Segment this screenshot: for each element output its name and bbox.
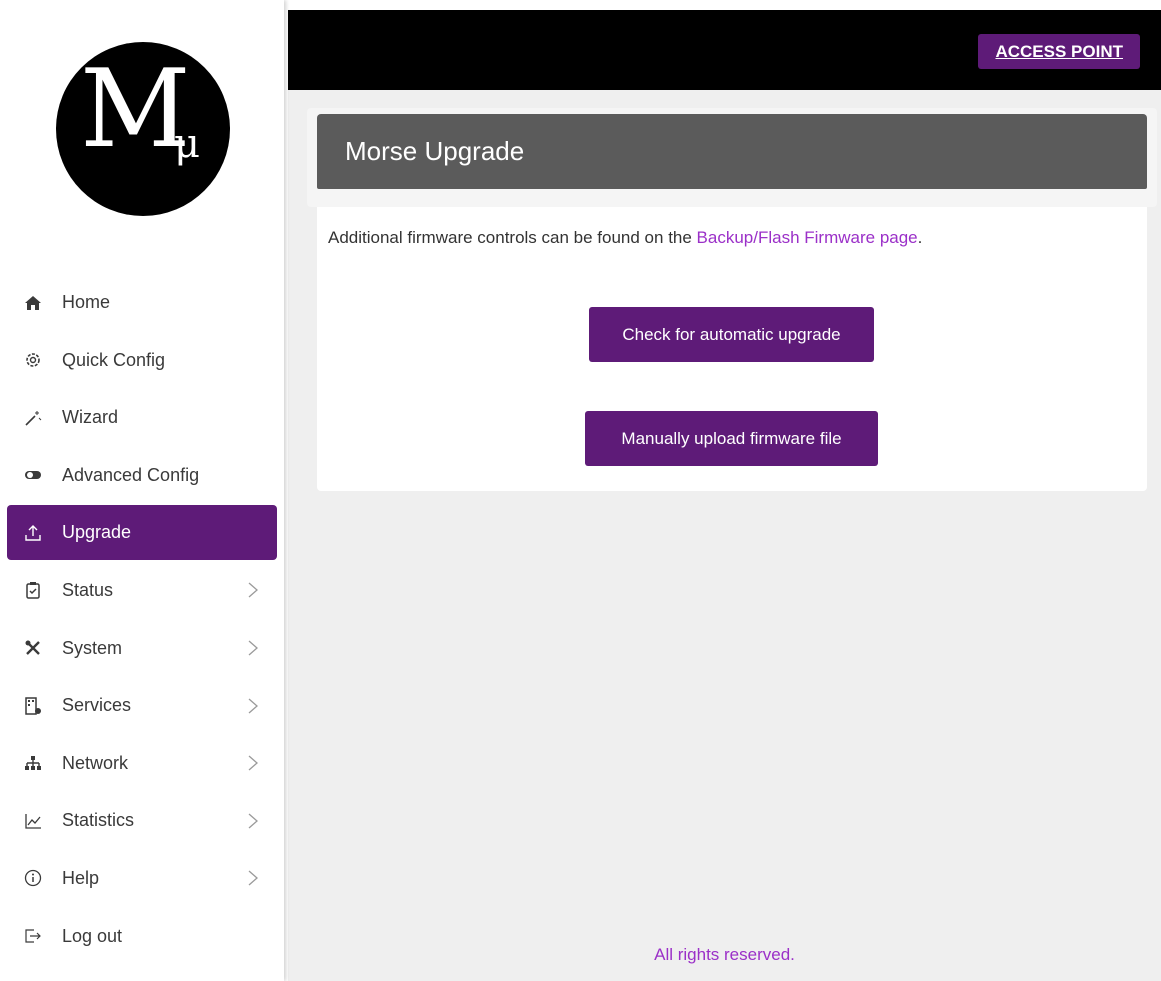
sidebar-item-label: System <box>62 637 123 658</box>
sidebar-item-network[interactable]: Network <box>7 736 277 791</box>
sidebar-item-label: Services <box>62 695 132 716</box>
access-point-button[interactable]: ACCESS POINT <box>978 34 1140 69</box>
footer-text: All rights reserved. <box>654 945 795 964</box>
sidebar-item-status[interactable]: Status <box>7 563 277 618</box>
sidebar-item-label: Wizard <box>62 407 119 428</box>
chevron-right-icon <box>248 813 258 829</box>
sidebar-item-statistics[interactable]: Statistics <box>7 793 277 848</box>
sidebar-item-system[interactable]: System <box>7 621 277 676</box>
chevron-right-icon <box>248 698 258 714</box>
logo-sub: μ <box>174 121 200 167</box>
page-title: Morse Upgrade <box>317 114 1147 189</box>
manual-upload-firmware-button[interactable]: Manually upload firmware file <box>585 411 878 466</box>
info-prefix: Additional firmware controls can be foun… <box>328 228 697 247</box>
backup-flash-firmware-link[interactable]: Backup/Flash Firmware page <box>697 228 918 247</box>
chevron-right-icon <box>248 870 258 886</box>
sidebar-item-services[interactable]: Services <box>7 678 277 733</box>
clipboard-check-icon <box>24 581 42 600</box>
top-bar: ACCESS POINT <box>288 10 1161 90</box>
info-suffix: . <box>917 228 923 247</box>
sidebar-item-wizard[interactable]: Wizard <box>7 390 277 445</box>
upload-icon <box>24 524 42 542</box>
sidebar-item-label: Upgrade <box>62 522 132 543</box>
toggle-icon <box>24 466 42 484</box>
upgrade-card: Morse Upgrade Additional firmware contro… <box>307 108 1157 491</box>
network-icon <box>24 754 42 772</box>
sidebar-item-advanced-config[interactable]: Advanced Config <box>7 448 277 503</box>
chevron-right-icon <box>248 582 258 598</box>
sidebar: M μ Home Quick Config Wizard Advanced Co… <box>0 0 284 981</box>
sidebar-item-upgrade[interactable]: Upgrade <box>7 505 277 561</box>
info-text: Additional firmware controls can be foun… <box>328 228 922 248</box>
sidebar-item-label: Network <box>62 752 129 773</box>
sidebar-item-label: Home <box>62 292 111 312</box>
tools-icon <box>24 639 42 657</box>
sidebar-item-label: Log out <box>62 925 123 946</box>
gear-icon <box>24 351 42 369</box>
magic-wand-icon <box>24 409 42 427</box>
sidebar-item-label: Statistics <box>62 810 135 831</box>
chevron-right-icon <box>248 640 258 656</box>
sidebar-item-label: Help <box>62 867 100 888</box>
main-content: Morse Upgrade Additional firmware contro… <box>288 90 1161 981</box>
sidebar-item-label: Advanced Config <box>62 464 200 485</box>
sidebar-item-quick-config[interactable]: Quick Config <box>7 333 277 388</box>
chevron-right-icon <box>248 755 258 771</box>
sidebar-item-label: Status <box>62 579 114 600</box>
sidebar-item-help[interactable]: Help <box>7 851 277 906</box>
check-automatic-upgrade-button[interactable]: Check for automatic upgrade <box>589 307 874 362</box>
building-gear-icon <box>24 696 42 715</box>
logo[interactable]: M μ <box>56 42 230 216</box>
sidebar-item-label: Quick Config <box>62 349 166 370</box>
sidebar-nav: Home Quick Config Wizard Advanced Config… <box>7 275 277 966</box>
logout-icon <box>24 927 42 945</box>
sidebar-item-logout[interactable]: Log out <box>7 909 277 964</box>
chart-line-icon <box>24 812 42 830</box>
info-icon <box>24 869 42 887</box>
sidebar-item-home[interactable]: Home <box>7 275 277 330</box>
home-icon <box>24 294 42 312</box>
